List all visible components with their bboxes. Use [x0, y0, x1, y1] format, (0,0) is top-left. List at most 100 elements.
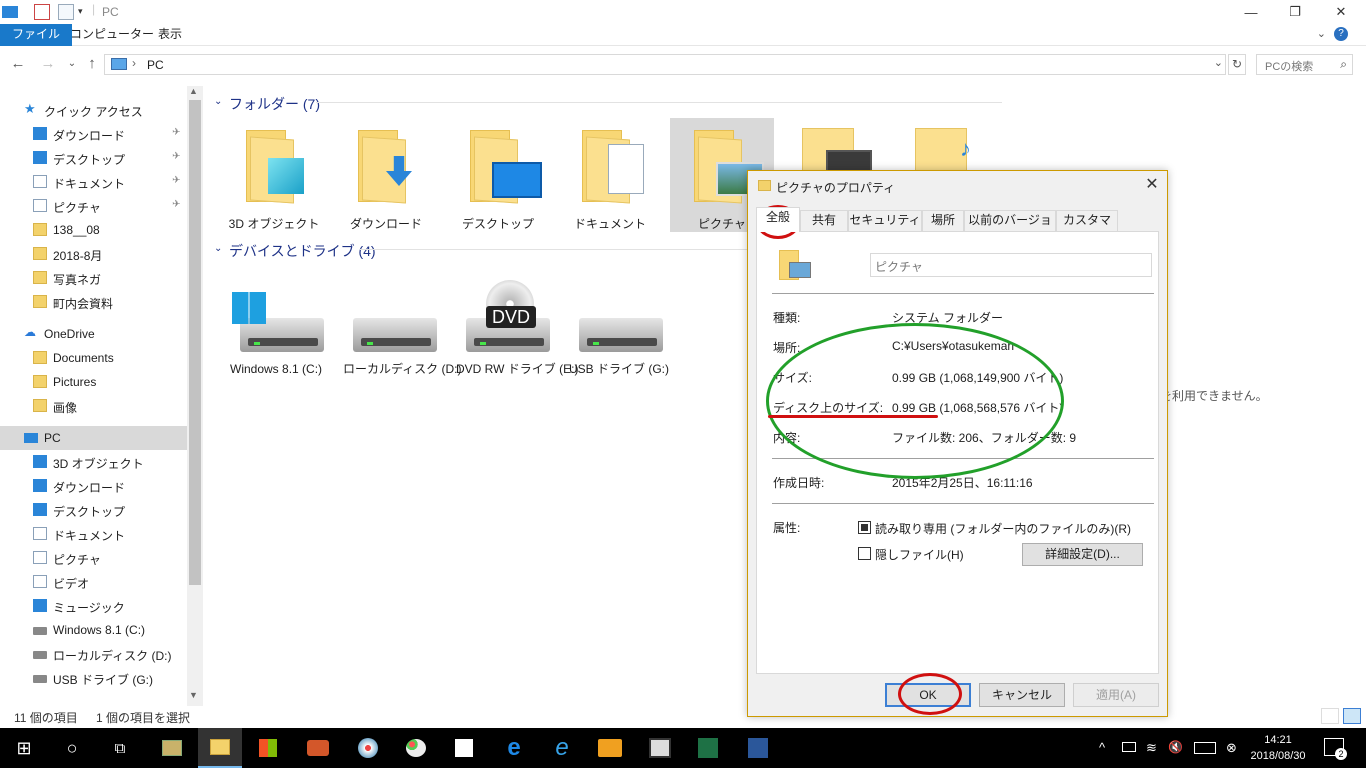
recent-locations-button[interactable]: ⌄	[62, 54, 82, 74]
taskbar-app-ie[interactable]: e	[548, 734, 576, 762]
nav-item-pc[interactable]: 3D オブジェクト	[0, 450, 187, 474]
nav-item-onedrive[interactable]: Pictures	[0, 370, 187, 394]
folder-name-field[interactable]: ピクチャ	[870, 253, 1152, 277]
folder-tile[interactable]: デスクトップ	[446, 118, 550, 232]
nav-item-quick[interactable]: 2018-8月	[0, 242, 187, 266]
restore-button[interactable]: ❐	[1272, 0, 1318, 24]
minimize-button[interactable]: —	[1228, 0, 1274, 24]
collapse-folders-icon[interactable]: ⌄	[214, 96, 222, 107]
tab-security[interactable]: セキュリティ	[848, 210, 922, 231]
breadcrumb-pc[interactable]: PC	[147, 58, 164, 72]
nav-item-onedrive[interactable]: 画像	[0, 394, 187, 418]
new-folder-icon[interactable]	[58, 4, 74, 20]
pin-icon[interactable]: ✈	[172, 175, 180, 186]
volume-icon[interactable]: 🔇	[1168, 740, 1183, 754]
scroll-up-icon[interactable]: ▲	[189, 86, 198, 96]
taskbar-app-explorer[interactable]	[198, 728, 242, 768]
nav-item-onedrive[interactable]: Documents	[0, 346, 187, 370]
nav-item-pc[interactable]: ダウンロード	[0, 474, 187, 498]
drive-tile[interactable]: ローカルディスク (D:)	[341, 280, 462, 400]
tab-general[interactable]: 全般	[756, 207, 800, 232]
customize-quick-access-icon[interactable]: ▾	[78, 6, 83, 17]
pin-icon[interactable]: ✈	[172, 151, 180, 162]
drive-tile[interactable]: USB ドライブ (G:)	[567, 280, 679, 400]
back-button[interactable]: ←	[8, 54, 28, 74]
nav-item-pc[interactable]: ドキュメント	[0, 522, 187, 546]
clock[interactable]: 14:21 2018/08/30	[1250, 732, 1306, 764]
collapse-drives-icon[interactable]: ⌄	[214, 243, 222, 254]
folders-group-header[interactable]: フォルダー (7)	[229, 94, 320, 114]
taskbar-app-word[interactable]	[744, 734, 772, 762]
taskbar-app-hagaki[interactable]	[596, 734, 624, 762]
nav-item-quick[interactable]: ドキュメント ✈	[0, 170, 187, 194]
address-bar[interactable]: › PC ⌄	[104, 54, 1226, 75]
pin-icon[interactable]: ✈	[172, 199, 180, 210]
readonly-label[interactable]: 読み取り専用 (フォルダー内のファイルのみ)(R)	[875, 520, 1131, 537]
nav-item-pc[interactable]: デスクトップ	[0, 498, 187, 522]
nav-item-pc[interactable]: ビデオ	[0, 570, 187, 594]
readonly-checkbox[interactable]	[858, 521, 871, 534]
pin-icon[interactable]: ✈	[172, 127, 180, 138]
nav-item-pc[interactable]: USB ドライブ (G:)	[0, 666, 187, 690]
nav-pc[interactable]: PC	[0, 426, 187, 450]
task-view-button[interactable]: ⧉	[106, 734, 134, 762]
tray-overflow-icon[interactable]: ^	[1099, 740, 1105, 755]
taskbar-app-sticky-notes[interactable]	[450, 734, 478, 762]
search-input[interactable]: PCの検索 ⌕	[1256, 54, 1353, 75]
tab-location[interactable]: 場所	[922, 210, 964, 231]
close-button[interactable]: ✕	[1318, 0, 1364, 24]
hidden-checkbox[interactable]	[858, 547, 871, 560]
ime-icon[interactable]: ⊗	[1226, 740, 1237, 756]
details-view-button[interactable]	[1321, 708, 1339, 724]
address-dropdown-icon[interactable]: ⌄	[1214, 56, 1223, 69]
search-button[interactable]: ○	[58, 734, 86, 762]
tab-previous-versions[interactable]: 以前のバージョン	[964, 210, 1056, 246]
taskbar-app-toolbox[interactable]	[304, 734, 332, 762]
nav-item-pc[interactable]: ローカルディスク (D:)	[0, 642, 187, 666]
refresh-button[interactable]: ↻	[1228, 54, 1246, 75]
nav-item-quick[interactable]: 138__08	[0, 218, 187, 242]
advanced-button[interactable]: 詳細設定(D)...	[1022, 543, 1143, 566]
battery-icon[interactable]	[1122, 742, 1136, 752]
folder-tile[interactable]: 3D オブジェクト	[222, 118, 326, 232]
folder-tile[interactable]: ダウンロード	[334, 118, 438, 232]
properties-icon[interactable]	[34, 4, 50, 20]
dialog-close-button[interactable]: ✕	[1140, 175, 1164, 195]
wifi-icon[interactable]: ≋	[1146, 740, 1157, 756]
breadcrumb-separator[interactable]: ›	[132, 56, 136, 70]
tab-customize[interactable]: カスタマイズ	[1056, 210, 1118, 246]
taskbar-app-store[interactable]	[254, 734, 282, 762]
nav-item-quick[interactable]: ダウンロード ✈	[0, 122, 187, 146]
taskbar-app-palette[interactable]	[402, 734, 430, 762]
forward-button[interactable]: →	[38, 54, 58, 74]
nav-scrollbar-thumb[interactable]	[189, 100, 201, 585]
keyboard-icon[interactable]	[1194, 742, 1216, 754]
up-button[interactable]: ↑	[82, 54, 102, 74]
hidden-label[interactable]: 隠しファイル(H)	[875, 546, 964, 563]
drive-tile[interactable]: DVD DVD RW ドライブ (E:)	[454, 280, 578, 400]
nav-item-pc[interactable]: Windows 8.1 (C:)	[0, 618, 187, 642]
nav-item-quick[interactable]: 写真ネガ	[0, 266, 187, 290]
nav-item-pc[interactable]: ミュージック	[0, 594, 187, 618]
cancel-button[interactable]: キャンセル	[979, 683, 1065, 707]
nav-item-quick[interactable]: ピクチャ ✈	[0, 194, 187, 218]
taskbar-app-edge[interactable]: e	[500, 734, 528, 762]
nav-item-quick[interactable]: デスクトップ ✈	[0, 146, 187, 170]
tab-sharing[interactable]: 共有	[800, 210, 848, 231]
drives-group-header[interactable]: デバイスとドライブ (4)	[229, 241, 376, 261]
help-icon[interactable]: ?	[1334, 27, 1348, 41]
taskbar-app-ime[interactable]	[646, 734, 674, 762]
drive-tile[interactable]: Windows 8.1 (C:)	[228, 280, 340, 400]
large-icons-view-button[interactable]	[1343, 708, 1361, 724]
folder-tile[interactable]: ドキュメント	[558, 118, 662, 232]
nav-quick-access[interactable]: ★ クイック アクセス	[0, 98, 187, 122]
nav-onedrive[interactable]: ☁ OneDrive	[0, 322, 187, 346]
taskbar-app-excel[interactable]	[694, 734, 722, 762]
start-button[interactable]: ⊞	[10, 734, 38, 762]
tab-view[interactable]: 表示	[146, 24, 194, 46]
taskbar-app-control-panel[interactable]	[158, 734, 186, 762]
nav-item-pc[interactable]: ピクチャ	[0, 546, 187, 570]
scroll-down-icon[interactable]: ▼	[189, 690, 198, 700]
apply-button[interactable]: 適用(A)	[1073, 683, 1159, 707]
ribbon-collapse-icon[interactable]: ⌄	[1317, 27, 1326, 40]
